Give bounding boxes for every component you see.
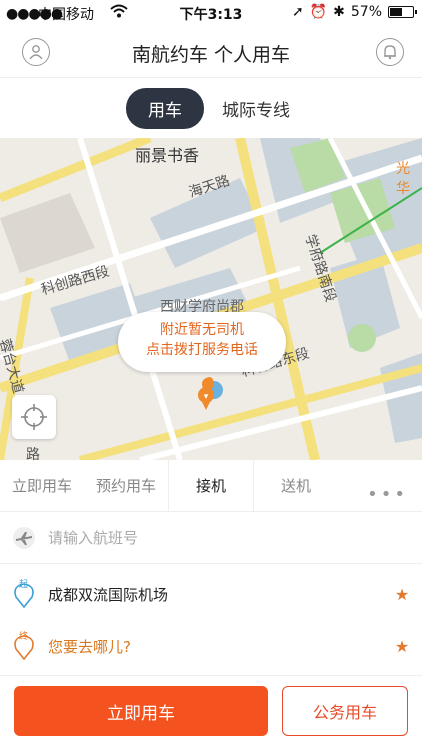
flight-number-input[interactable]: 请输入航班号	[48, 527, 422, 548]
tooltip-line1: 附近暂无司机	[160, 322, 244, 338]
tab-car[interactable]: 用车	[126, 87, 204, 129]
map-label: 路	[26, 447, 40, 460]
bell-icon	[384, 45, 396, 60]
start-location-text[interactable]: 成都双流国际机场	[48, 584, 382, 605]
no-driver-tooltip[interactable]: 附近暂无司机 点击拨打服务电话	[118, 312, 286, 372]
service-tabs: 用车 城际专线	[0, 78, 422, 138]
page-title: 南航约车 个人用车	[131, 44, 291, 66]
battery-fill	[390, 8, 402, 16]
more-icon[interactable]: •••	[367, 484, 408, 505]
tab-instant[interactable]: 立即用车	[0, 460, 84, 511]
map-view[interactable]: ▾ 丽景书香 海天路 科创路西段 学府路南段 西财学府尚郡 科林路东段 光华 蓉…	[0, 138, 422, 460]
start-location-row[interactable]: 成都双流国际机场 ★	[0, 566, 422, 624]
locate-button[interactable]	[12, 395, 56, 439]
destination-input[interactable]: 您要去哪儿?	[48, 636, 382, 657]
nav-bar: 南航约车 个人用车	[0, 28, 422, 78]
request-now-button[interactable]: 立即用车	[14, 686, 268, 736]
start-badge: 起	[19, 580, 29, 590]
tab-pickup[interactable]: 接机	[168, 460, 254, 511]
bluetooth-icon: ✱	[333, 4, 345, 20]
flight-number-row[interactable]: 请输入航班号	[0, 512, 422, 564]
destination-row[interactable]: 您要去哪儿? ★	[0, 618, 422, 676]
tooltip-line2: 点击拨打服务电话	[146, 342, 258, 358]
tab-intercity[interactable]: 城际专线	[216, 88, 296, 129]
battery-percent: 57%	[350, 4, 382, 20]
tab-dropoff[interactable]: 送机	[254, 460, 338, 511]
crosshair-icon	[21, 404, 47, 430]
business-car-button[interactable]: 公务用车	[282, 686, 408, 736]
location-arrow-icon: ➚	[291, 4, 304, 20]
map-label: 光华	[396, 161, 410, 197]
order-type-tabs: 立即用车 预约用车 接机 送机 •••	[0, 460, 422, 512]
end-badge: 终	[19, 632, 29, 642]
svg-text:▾: ▾	[204, 392, 209, 402]
tab-reserve[interactable]: 预约用车	[84, 460, 168, 511]
status-bar: ●●●●● 中国移动 下午3:13 ➚ ⏰ ✱ 57%	[0, 0, 422, 28]
airplane-icon	[0, 525, 48, 551]
battery-icon	[388, 6, 417, 18]
notification-button[interactable]	[376, 38, 404, 66]
alarm-icon: ⏰	[309, 4, 328, 20]
favorite-star-icon[interactable]: ★	[382, 637, 422, 656]
favorite-star-icon[interactable]: ★	[382, 585, 422, 604]
map-label: 丽景书香	[135, 146, 200, 165]
